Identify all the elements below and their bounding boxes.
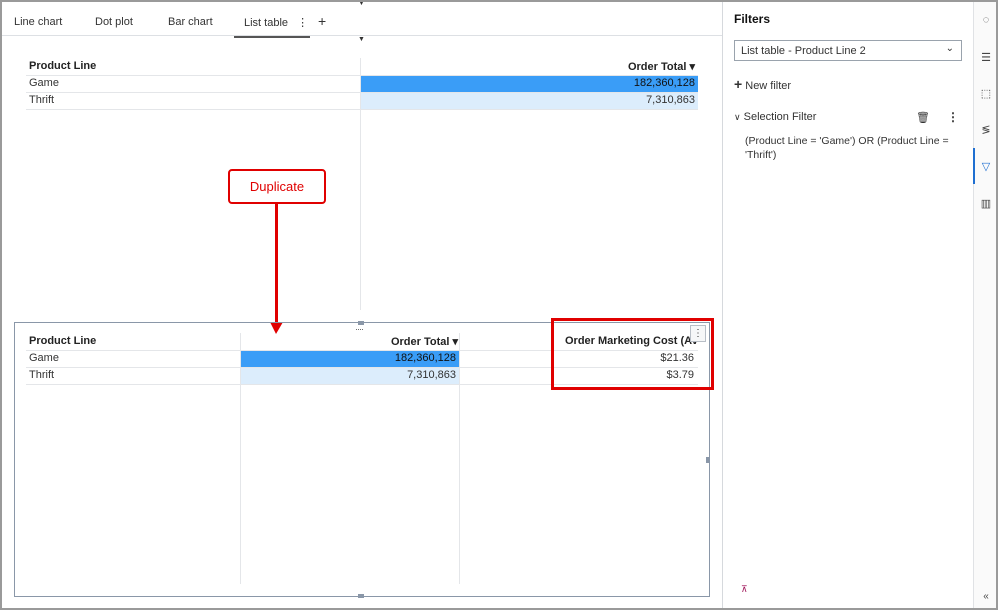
column-header-product-line[interactable]: Product Line — [29, 60, 96, 72]
new-filter-button[interactable]: + New filter — [734, 76, 791, 92]
object-select[interactable]: List table - Product Line 2 ⌄ — [734, 40, 962, 61]
cell-product[interactable]: Game — [29, 352, 59, 364]
more-vertical-icon[interactable]: ⋮ — [297, 17, 308, 29]
tab-bar: Line chart Dot plot Bar chart List table… — [2, 2, 722, 38]
selection-filter-toggle[interactable]: ∨ Selection Filter — [734, 111, 816, 123]
add-tab-button[interactable]: + — [318, 13, 326, 29]
arrow-line — [275, 204, 278, 324]
panel-title: Filters — [734, 12, 771, 26]
column-divider — [360, 58, 361, 310]
cell-order-total[interactable]: 182,360,128 — [634, 77, 695, 89]
filter-icon[interactable]: ▽ — [979, 160, 993, 173]
filters-panel: Filters List table - Product Line 2 ⌄ + … — [722, 2, 973, 608]
column-header-product-line[interactable]: Product Line — [29, 335, 96, 347]
trash-icon[interactable]: 🗑 — [916, 111, 930, 124]
tab-list-table[interactable]: List table ⋮ — [234, 16, 310, 38]
tab-line-chart[interactable]: Line chart — [14, 16, 62, 28]
tab-label: List table — [244, 17, 289, 29]
column-header-order-total[interactable]: Order Total ▾ — [391, 335, 458, 348]
cell-order-total[interactable]: 7,310,863 — [646, 94, 695, 106]
cell-product[interactable]: Thrift — [29, 94, 54, 106]
chevron-down-icon: ⌄ — [945, 43, 954, 54]
column-divider — [459, 333, 460, 584]
cell-product[interactable]: Game — [29, 77, 59, 89]
more-vertical-icon[interactable]: ⋮ — [947, 110, 959, 124]
plus-icon: + — [734, 76, 743, 92]
active-indicator — [973, 148, 975, 184]
filter-expression: (Product Line = 'Game') OR (Product Line… — [745, 135, 949, 161]
caret-down-icon: ▼ — [358, 36, 365, 43]
collapse-icon[interactable]: « — [979, 591, 993, 602]
data-icon[interactable]: ☰ — [979, 51, 993, 64]
cell-order-total[interactable]: 7,310,863 — [407, 369, 456, 381]
select-value: List table - Product Line 2 — [741, 45, 866, 57]
caret-down-icon: ▼ — [358, 0, 365, 7]
pin-icon[interactable]: ⊼ — [741, 584, 748, 595]
new-filter-label: New filter — [745, 80, 792, 92]
resize-handle[interactable] — [706, 457, 710, 463]
drag-handle-icon[interactable]: ···· — [355, 324, 364, 334]
cell-order-total[interactable]: 182,360,128 — [395, 352, 456, 364]
filter-name: Selection Filter — [743, 111, 817, 123]
palette-icon[interactable]: ◌ — [979, 14, 993, 26]
cell-product[interactable]: Thrift — [29, 369, 54, 381]
select-object-icon[interactable]: ⬚ — [979, 87, 993, 100]
rules-icon[interactable]: ≶ — [979, 123, 993, 136]
column-header-order-total[interactable]: Order Total ▾ — [628, 60, 695, 73]
tab-dot-plot[interactable]: Dot plot — [95, 16, 133, 28]
highlight-box — [551, 318, 714, 390]
column-divider — [240, 333, 241, 584]
resize-handle[interactable] — [358, 594, 364, 598]
chevron-down-icon: ∨ — [734, 112, 741, 122]
callout-duplicate: Duplicate — [228, 169, 326, 204]
tab-bar-chart[interactable]: Bar chart — [168, 16, 213, 28]
side-rail: ◌ ☰ ⬚ ≶ ▽ ▥ « — [973, 2, 996, 608]
chart-icon[interactable]: ▥ — [979, 197, 993, 210]
